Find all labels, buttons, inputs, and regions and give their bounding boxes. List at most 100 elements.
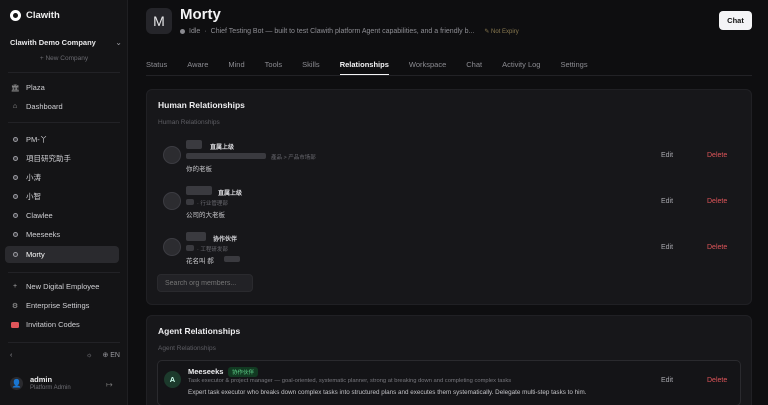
language-switch[interactable]: ⊕ EN [102, 351, 120, 359]
agent-status-dot-icon [12, 137, 18, 142]
sidebar-agent-pm[interactable]: PM-丫 [5, 131, 119, 148]
redacted-name [186, 140, 202, 149]
edit-button[interactable]: Edit [661, 198, 673, 205]
member-avatar [163, 238, 181, 256]
tab-bar: Status Aware Mind Tools Skills Relations… [146, 56, 608, 75]
agent-description: Expert task executor who breaks down com… [188, 389, 587, 396]
tab-chat[interactable]: Chat [466, 56, 482, 75]
collapse-sidebar-icon[interactable]: ‹ [10, 352, 12, 359]
divider [8, 72, 120, 73]
tab-workspace[interactable]: Workspace [409, 56, 446, 75]
edit-button[interactable]: Edit [661, 377, 673, 384]
relationship-row: 直属上级 · 行业管理部 公司的大老板 [163, 184, 743, 219]
user-profile[interactable]: 👤 admin Platform Admin [10, 375, 71, 391]
tab-tools[interactable]: Tools [265, 56, 283, 75]
home-icon: ⌂ [12, 103, 18, 110]
agent-relationship-card: A Meeseeks 协作伙伴 Task executor & project … [157, 360, 741, 405]
sidebar-item-new-employee[interactable]: + New Digital Employee [5, 278, 119, 295]
agent-status: Idle [189, 28, 201, 35]
panel-subtitle: Agent Relationships [158, 345, 216, 352]
agent-status-dot-icon [12, 194, 18, 199]
new-company-button[interactable]: + New Company [0, 55, 128, 62]
gear-icon: ⚙ [11, 302, 19, 310]
tab-skills[interactable]: Skills [302, 56, 320, 75]
sidebar-item-label: 小涛 [26, 173, 41, 182]
separator: · [204, 28, 207, 35]
user-role: Platform Admin [30, 385, 71, 391]
sidebar-item-label: Dashboard [26, 102, 63, 111]
language-label: EN [110, 352, 120, 359]
relation-desc: 你的老板 [186, 166, 212, 173]
sidebar-item-enterprise-settings[interactable]: ⚙ Enterprise Settings [5, 297, 119, 314]
expiry-label: Not Expiry [491, 29, 519, 35]
member-dept: · 行业管理部 [197, 201, 228, 207]
brand[interactable]: Clawith [10, 10, 60, 21]
tab-aware[interactable]: Aware [187, 56, 208, 75]
human-relationships-panel: Human Relationships Human Relationships … [146, 89, 752, 305]
relationship-row: 协作伙伴 · 工程研发部 花名叫 郝 [163, 230, 743, 265]
redacted-info [186, 245, 194, 251]
relation-tag: 直属上级 [210, 145, 235, 151]
status-dot-icon [180, 29, 185, 34]
tab-mind[interactable]: Mind [228, 56, 244, 75]
sidebar-agent-research[interactable]: 項目研究助手 [5, 150, 119, 167]
member-avatar [163, 192, 181, 210]
sidebar-item-label: 項目研究助手 [26, 154, 71, 163]
redacted-info [186, 199, 194, 205]
clawith-logo-icon [10, 10, 21, 21]
edit-button[interactable]: Edit [661, 244, 673, 251]
sidebar-item-label: PM-丫 [26, 135, 48, 144]
agent-role: Task executor & project manager — goal-o… [188, 378, 512, 384]
delete-button[interactable]: Delete [707, 377, 727, 384]
panel-title: Human Relationships [158, 100, 245, 110]
agent-status-dot-icon [12, 213, 18, 218]
agent-status-dot-icon [12, 175, 18, 180]
ticket-icon [11, 321, 19, 329]
sidebar-item-dashboard[interactable]: ⌂ Dashboard [5, 98, 119, 115]
agent-name: Morty [180, 6, 221, 23]
divider [8, 342, 120, 343]
sidebar-agent-xiaotao[interactable]: 小涛 [5, 169, 119, 186]
tab-divider [146, 75, 752, 76]
logout-icon[interactable]: ↦ [106, 380, 113, 389]
delete-button[interactable]: Delete [707, 244, 727, 251]
agent-status-dot-icon [12, 232, 18, 237]
divider [8, 272, 120, 273]
divider [8, 122, 120, 123]
sidebar-item-plaza[interactable]: 🏛 Plaza [5, 79, 119, 96]
member-dept: 產品 > 产品市场部 [271, 155, 316, 161]
user-avatar-icon: 👤 [10, 376, 23, 390]
tab-status[interactable]: Status [146, 56, 167, 75]
sidebar-agent-meeseeks[interactable]: Meeseeks [5, 226, 119, 243]
sidebar-item-label: Morty [26, 250, 45, 259]
search-org-members-input[interactable] [157, 274, 253, 292]
agent-relationships-panel: Agent Relationships Agent Relationships … [146, 315, 752, 405]
redacted-name [186, 186, 212, 195]
sidebar: Clawith Clawith Demo Company ⌄ + New Com… [0, 0, 128, 405]
sidebar-agent-xiaozhi[interactable]: 小智 [5, 188, 119, 205]
tab-settings[interactable]: Settings [560, 56, 587, 75]
user-name: admin [30, 375, 53, 384]
redacted-info [186, 153, 266, 159]
member-avatar [163, 146, 181, 164]
agent-avatar: M [146, 8, 172, 34]
panel-subtitle: Human Relationships [158, 119, 220, 126]
sidebar-agent-clawlee[interactable]: Clawlee [5, 207, 119, 224]
sidebar-agent-morty[interactable]: Morty [5, 246, 119, 263]
sidebar-item-label: Meeseeks [26, 230, 61, 239]
redacted-name [186, 232, 206, 241]
delete-button[interactable]: Delete [707, 152, 727, 159]
chat-button[interactable]: Chat [719, 11, 752, 30]
relationship-row: 直属上级 產品 > 产品市场部 你的老板 [163, 138, 743, 173]
sidebar-item-invitation-codes[interactable]: Invitation Codes [5, 316, 119, 333]
delete-button[interactable]: Delete [707, 198, 727, 205]
redacted-name [224, 256, 240, 262]
tab-activity-log[interactable]: Activity Log [502, 56, 540, 75]
company-selector[interactable]: Clawith Demo Company ⌄ [10, 38, 122, 47]
sidebar-item-label: New Digital Employee [26, 282, 100, 291]
chevron-down-icon: ⌄ [115, 38, 122, 47]
edit-button[interactable]: Edit [661, 152, 673, 159]
expiry-badge[interactable]: ✎ Not Expiry [484, 28, 518, 35]
theme-toggle-icon[interactable]: ☼ [86, 352, 92, 359]
tab-relationships[interactable]: Relationships [339, 56, 389, 75]
